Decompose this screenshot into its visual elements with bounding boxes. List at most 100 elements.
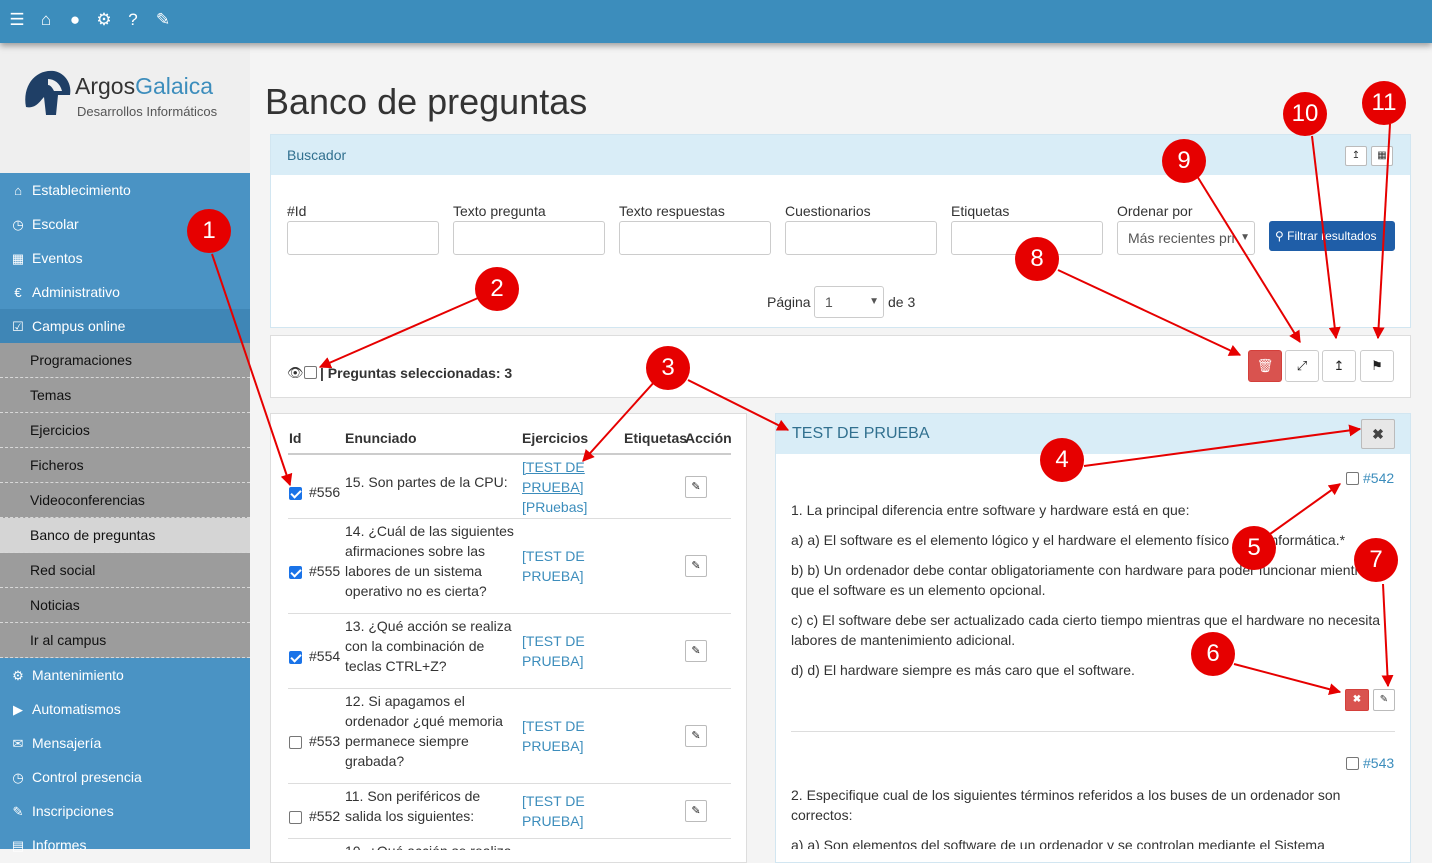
texto-pregunta-label: Texto pregunta xyxy=(453,203,546,219)
filter-button[interactable]: ⚲ Filtrar resultados xyxy=(1269,221,1395,251)
row-enunciado-line: teclas CTRL+Z? xyxy=(345,658,447,674)
question-id-link[interactable]: #543 xyxy=(1363,755,1394,771)
texto-respuestas-input[interactable] xyxy=(619,221,771,255)
row-exercise-link[interactable]: PRUEBA] xyxy=(522,651,583,671)
submenu-temas[interactable]: Temas xyxy=(0,378,250,413)
table-row: #552 11. Son periféricos de salida los s… xyxy=(288,783,731,838)
edit-button[interactable]: ✎ xyxy=(685,640,707,662)
delete-selected-button[interactable]: 🗑 xyxy=(1248,350,1282,382)
home-icon[interactable]: ⌂ xyxy=(36,11,56,29)
row-checkbox[interactable] xyxy=(289,736,302,749)
sidebar-menu: ⌂ Establecimiento ◷ Escolar ▦ Eventos € Admi… xyxy=(0,173,250,862)
row-id: #552 xyxy=(309,808,341,824)
sidebar-item-label: Establecimiento xyxy=(32,182,131,198)
row-enunciado-line: con la combinación de xyxy=(345,638,485,654)
select-all-checkbox[interactable] xyxy=(304,366,317,379)
sidebar-item-administrativo[interactable]: € Administrativo xyxy=(0,275,250,309)
row-enunciado-line: operativo no es cierta? xyxy=(345,583,487,599)
search-icon: ⚲ xyxy=(1275,229,1284,243)
row-checkbox[interactable] xyxy=(289,651,302,664)
sidebar-item-informes[interactable]: ▤ Informes xyxy=(0,828,250,862)
play-icon: ▶ xyxy=(13,702,23,717)
sidebar-item-control-presencia[interactable]: ◷ Control presencia xyxy=(0,760,250,794)
sidebar-item-mantenimiento[interactable]: ⚙ Mantenimiento xyxy=(0,658,250,692)
list-icon[interactable]: ☰ xyxy=(7,11,27,29)
page-label: Página xyxy=(767,294,811,310)
chart-icon: ▤ xyxy=(11,838,25,853)
close-preview-button[interactable]: ✖ xyxy=(1361,419,1395,449)
pencil-icon: ✎ xyxy=(691,560,701,572)
gear-icon: ⚙ xyxy=(12,668,24,683)
submenu-ejercicios[interactable]: Ejercicios xyxy=(0,413,250,448)
question-checkbox[interactable] xyxy=(1346,472,1359,485)
submenu-videoconferencias[interactable]: Videoconferencias xyxy=(0,483,250,518)
submenu-red-social[interactable]: Red social xyxy=(0,553,250,588)
row-checkbox[interactable] xyxy=(289,811,302,824)
row-enunciado: 15. Son partes de la CPU: xyxy=(345,474,508,490)
row-checkbox[interactable] xyxy=(289,487,302,500)
logo-brand: ArgosGalaica xyxy=(75,73,214,99)
remove-question-button[interactable]: ✖ xyxy=(1345,689,1369,711)
help-icon[interactable]: ? xyxy=(123,11,143,29)
row-exercise-link[interactable]: [TEST DE xyxy=(522,631,585,651)
submenu-ir-al-campus[interactable]: Ir al campus xyxy=(0,623,250,658)
export-icon[interactable]: ↥ xyxy=(1345,146,1367,166)
submenu-ficheros[interactable]: Ficheros xyxy=(0,448,250,483)
eye-icon[interactable]: 👁 xyxy=(287,365,304,381)
cuestionarios-input[interactable] xyxy=(785,221,937,255)
row-id: #553 xyxy=(309,733,341,749)
sidebar-item-establecimiento[interactable]: ⌂ Establecimiento xyxy=(0,173,250,207)
row-exercise-link[interactable]: [TEST DE xyxy=(522,457,585,477)
table-row: #555 14. ¿Cuál de las siguientes afirmac… xyxy=(288,518,731,613)
edit-button[interactable]: ✎ xyxy=(685,725,707,747)
row-exercise-link[interactable]: [TEST DE xyxy=(522,546,585,566)
row-enunciado-line: grabada? xyxy=(345,753,405,769)
question-text: 1. La principal diferencia entre softwar… xyxy=(791,502,1190,518)
edit-button[interactable]: ✎ xyxy=(685,476,707,498)
submenu-programaciones[interactable]: Programaciones xyxy=(0,343,250,378)
id-input[interactable] xyxy=(287,221,439,255)
edit-question-button[interactable]: ✎ xyxy=(1373,689,1395,711)
table-row: #556 15. Son partes de la CPU: [TEST DE … xyxy=(288,453,731,518)
sidebar-item-campus-online[interactable]: ☑ Campus online xyxy=(0,309,250,343)
sidebar-item-inscripciones[interactable]: ✎ Inscripciones xyxy=(0,794,250,828)
row-exercise-link[interactable]: PRUEBA] xyxy=(522,566,583,586)
row-exercise-link[interactable]: PRUEBA] xyxy=(522,811,583,831)
page-select[interactable]: 1 ▼ xyxy=(814,286,884,318)
row-exercise-link[interactable]: PRUEBA] xyxy=(522,736,583,756)
filter-button-label: Filtrar resultados xyxy=(1287,229,1377,243)
texto-pregunta-input[interactable] xyxy=(453,221,605,255)
user-icon[interactable]: ● xyxy=(65,11,85,29)
pencil-icon: ✎ xyxy=(12,804,24,819)
answer-d: d) d) El hardware siempre es más caro qu… xyxy=(791,662,1135,678)
submenu-banco-de-preguntas[interactable]: Banco de preguntas xyxy=(0,518,250,553)
row-exercise-link[interactable]: [TEST DE xyxy=(522,791,585,811)
edit-button[interactable]: ✎ xyxy=(685,555,707,577)
edit-button[interactable]: ✎ xyxy=(685,800,707,822)
sidebar-item-mensajeria[interactable]: ✉ Mensajería xyxy=(0,726,250,760)
sidebar-item-automatismos[interactable]: ▶ Automatismos xyxy=(0,692,250,726)
col-id: Id xyxy=(289,430,302,446)
tags-button[interactable]: ⚑ xyxy=(1360,350,1394,382)
pencil-icon: ✎ xyxy=(691,645,701,657)
order-select[interactable]: Más recientes pri ▼ xyxy=(1117,221,1255,255)
row-exercise-link[interactable]: PRUEBA] xyxy=(522,477,583,497)
row-enunciado-line: afirmaciones sobre las xyxy=(345,543,486,559)
grid-icon[interactable]: ▦ xyxy=(1371,146,1393,166)
cuestionarios-label: Cuestionarios xyxy=(785,203,871,219)
logo-tagline: Desarrollos Informáticos xyxy=(77,104,218,119)
export-button[interactable]: ↥ xyxy=(1322,350,1356,382)
question-id-link[interactable]: #542 xyxy=(1363,470,1394,486)
row-checkbox[interactable] xyxy=(289,566,302,579)
pencil-icon: ✎ xyxy=(691,730,701,742)
table-row: 10. ¿Qué acción se realiza xyxy=(288,838,731,850)
row-exercise-link[interactable]: [TEST DE xyxy=(522,716,585,736)
calendar-icon: ▦ xyxy=(11,251,25,266)
chat-icon[interactable]: ✎ xyxy=(153,11,173,29)
row-exercise-link[interactable]: [PRuebas] xyxy=(522,497,587,517)
compress-button[interactable]: ⤢ xyxy=(1285,350,1319,382)
submenu-noticias[interactable]: Noticias xyxy=(0,588,250,623)
question-checkbox[interactable] xyxy=(1346,757,1359,770)
gear-icon[interactable]: ⚙ xyxy=(94,11,114,29)
annotation-marker-9: 9 xyxy=(1162,139,1206,183)
